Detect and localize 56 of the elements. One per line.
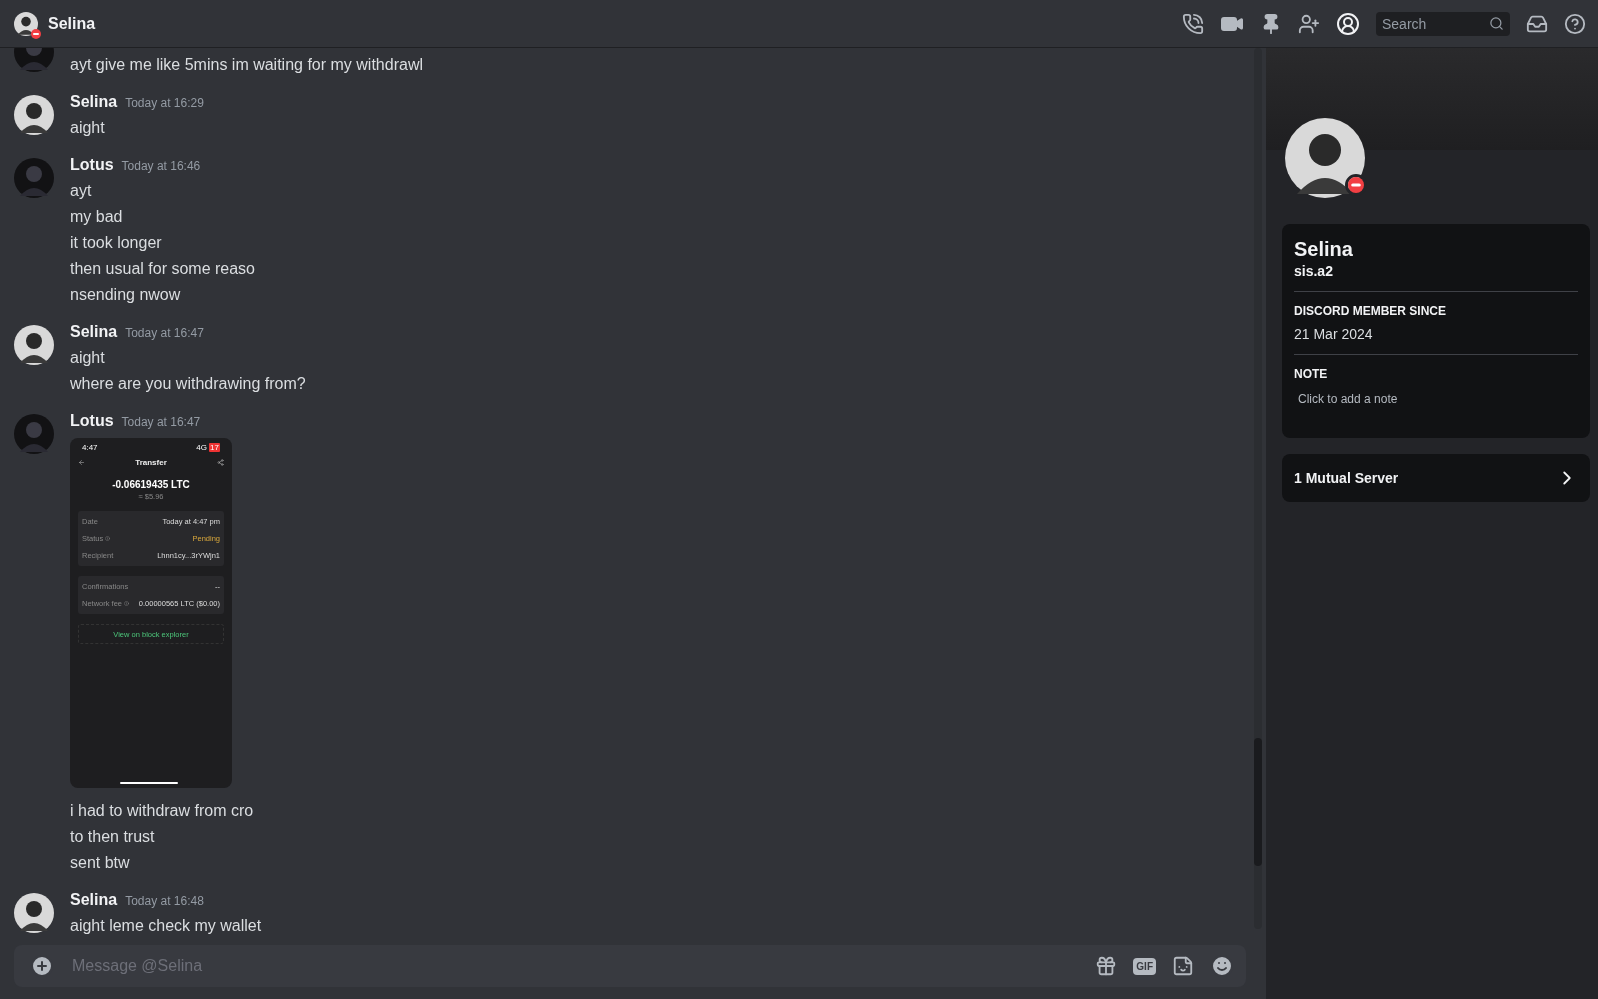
info-icon (124, 601, 130, 606)
member-since-date: 21 Mar 2024 (1294, 326, 1374, 342)
message-text: aight leme check my wallet (70, 916, 263, 936)
message-text: ayt give me like 5mins im waiting for my withdrawl (70, 55, 424, 75)
message-text: it took longer (70, 233, 163, 253)
search-placeholder: Search (1382, 15, 1427, 32)
section-heading: DISCORD MEMBER SINCE (1294, 304, 1447, 318)
message-time: Today at 16:47 (121, 415, 201, 429)
message-text: aight (70, 348, 106, 368)
battery-level: 17 (209, 443, 220, 452)
message-field[interactable]: Message @Selina GIF (14, 945, 1246, 987)
phone-time: 4:47 (82, 443, 98, 452)
message-time: Today at 16:48 (125, 894, 204, 908)
home-indicator (120, 782, 178, 784)
phone-network: 4G 17 (196, 443, 220, 452)
help-icon[interactable] (1564, 12, 1586, 35)
back-icon (78, 459, 85, 466)
gift-icon[interactable] (1095, 955, 1118, 977)
user-profile-icon[interactable] (1336, 11, 1360, 36)
message-text: ayt (70, 181, 93, 201)
message-text: to then trust (70, 827, 156, 847)
display-name: Selina (1294, 238, 1354, 261)
message-text: sent btw (70, 853, 131, 873)
add-icon[interactable] (30, 954, 54, 978)
message-text: where are you withdrawing from? (70, 374, 307, 394)
chat-title: Selina (48, 14, 97, 33)
amount: -0.06619435 LTC (111, 479, 191, 490)
info-icon (105, 536, 111, 541)
add-user-icon[interactable] (1298, 12, 1320, 35)
note-field[interactable]: Click to add a note (1294, 390, 1578, 408)
message-time: Today at 16:29 (125, 96, 204, 110)
author-name[interactable]: Selina (70, 891, 118, 909)
emoji-icon[interactable] (1210, 954, 1234, 978)
message-text: nsending nwow (70, 285, 182, 305)
message-time: Today at 16:47 (125, 326, 204, 340)
search-icon (1489, 16, 1504, 31)
section-heading: NOTE (1294, 367, 1329, 381)
author-name[interactable]: Selina (70, 93, 118, 111)
avatar (14, 11, 38, 36)
scrollbar-thumb[interactable] (1254, 738, 1262, 866)
author-name[interactable]: Lotus (70, 156, 114, 174)
share-icon (217, 459, 224, 466)
message-text: my bad (70, 207, 124, 227)
message-text: i had to withdraw from cro (70, 801, 255, 821)
username: sis.a2 (1294, 263, 1334, 279)
screen-title: Transfer (135, 458, 167, 467)
gif-button[interactable]: GIF (1133, 957, 1156, 975)
message-time: Today at 16:46 (121, 159, 201, 173)
author-name[interactable]: Lotus (70, 412, 114, 430)
mutual-servers-button[interactable]: 1 Mutual Server (1282, 454, 1590, 502)
message-text: aight (70, 118, 106, 138)
call-icon[interactable] (1182, 12, 1204, 35)
author-name[interactable]: Selina (70, 323, 118, 341)
search-field[interactable]: Search (1376, 11, 1510, 36)
sticker-icon[interactable] (1172, 955, 1194, 977)
message-text: then usual for some reaso (70, 259, 256, 279)
